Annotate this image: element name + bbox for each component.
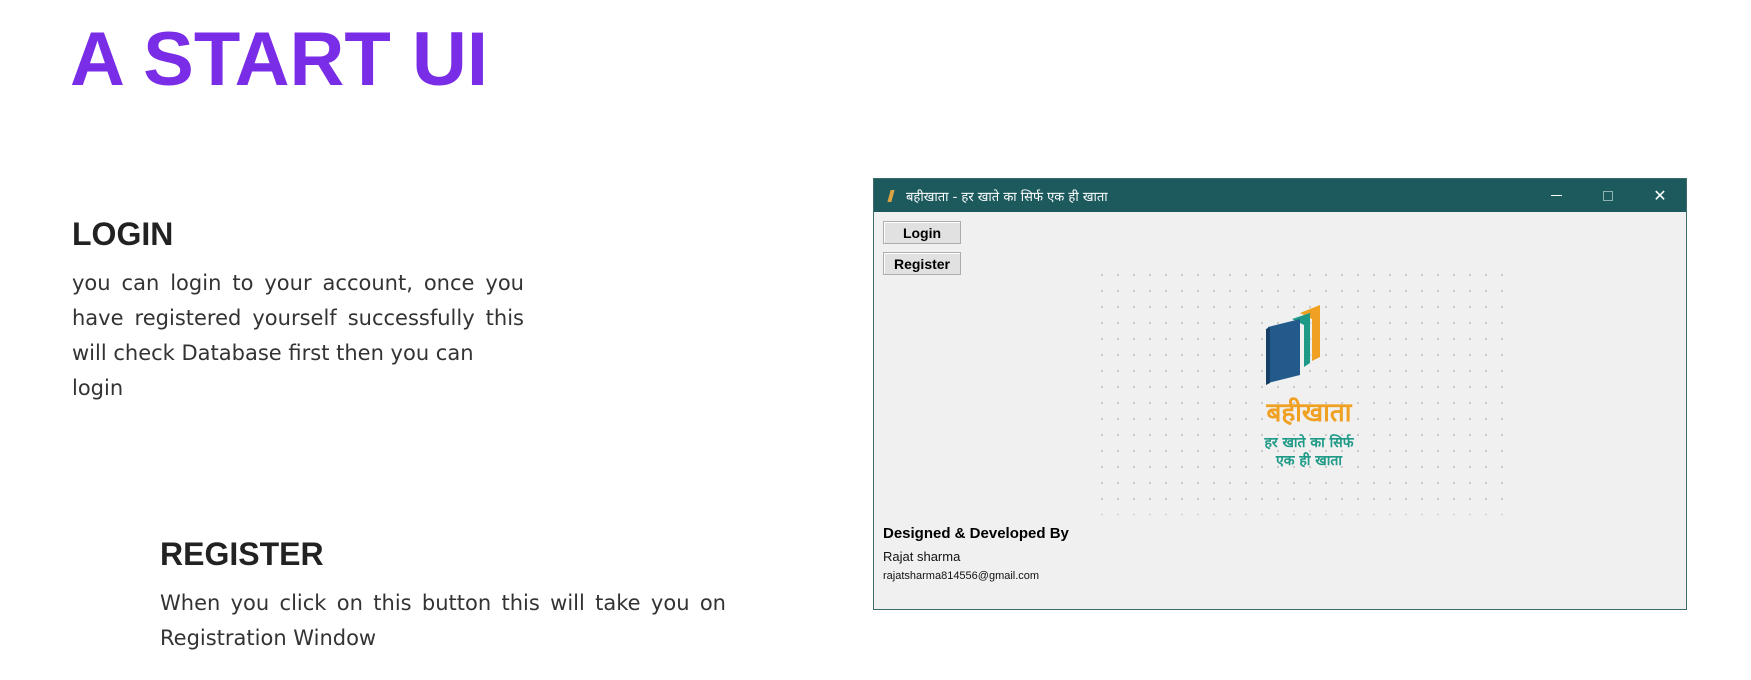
login-section-description: you can login to your account, once you … — [72, 266, 524, 406]
developer-name: Rajat sharma — [883, 549, 961, 564]
page-title: A START UI — [70, 17, 488, 102]
maximize-icon — [1603, 190, 1613, 201]
minimize-button[interactable] — [1530, 179, 1582, 212]
register-section-description: When you click on this button this will … — [160, 591, 726, 650]
register-section-heading: REGISTER — [160, 536, 324, 572]
window-controls: ✕ — [1530, 179, 1686, 212]
window-title: बहीखाता - हर खाते का सिर्फ एक ही खाता — [906, 189, 1108, 205]
minimize-icon — [1550, 195, 1562, 196]
maximize-button[interactable] — [1582, 179, 1634, 212]
logo-tagline-line1: हर खाते का सिर्फ — [1264, 435, 1354, 451]
window-titlebar[interactable]: बहीखाता - हर खाते का सिर्फ एक ही खाता ✕ — [874, 179, 1686, 212]
register-button[interactable]: Register — [883, 252, 961, 275]
books-logo-icon — [1266, 305, 1320, 385]
logo-panel: बहीखाता हर खाते का सिर्फ एक ही खाता — [1090, 263, 1510, 515]
login-button[interactable]: Login — [883, 221, 961, 244]
login-description-main: you can login to your account, once you … — [72, 271, 524, 365]
app-window-screenshot: बहीखाता - हर खाते का सिर्फ एक ही खाता ✕ … — [873, 178, 1687, 610]
developer-email: rajatsharma814556@gmail.com — [883, 570, 1040, 582]
app-book-icon — [886, 190, 896, 202]
close-icon: ✕ — [1653, 186, 1667, 205]
credits-heading: Designed & Developed By — [883, 525, 1069, 542]
close-button[interactable]: ✕ — [1634, 179, 1686, 212]
login-description-last-line: login — [72, 376, 124, 400]
logo-tagline-line2: एक ही खाता — [1276, 453, 1342, 469]
login-section-heading: LOGIN — [72, 216, 174, 252]
logo-name-text: बहीखाता — [1266, 398, 1352, 428]
